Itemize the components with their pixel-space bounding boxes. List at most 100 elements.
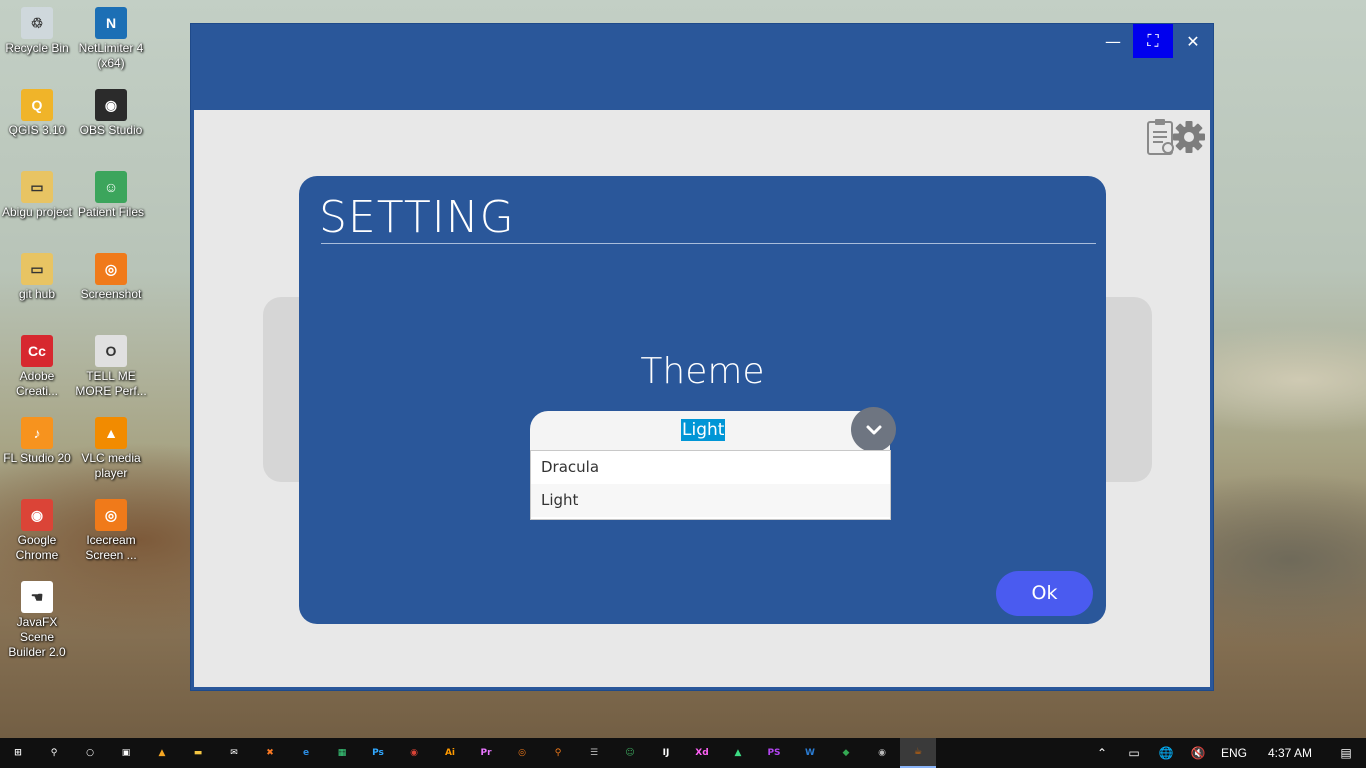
app-window: — ⛶ ✕ SETTING Theme Light Dracula Light … (190, 23, 1214, 691)
desktop-icon-label: git hub (18, 287, 56, 301)
taskbar-search-tool[interactable]: ⚲ (540, 738, 576, 768)
app-icon: ◎ (95, 253, 127, 285)
taskbar-word[interactable]: W (792, 738, 828, 768)
clock[interactable]: 4:37 AM (1254, 746, 1326, 760)
desktop-icon[interactable]: ☚ JavaFX Scene Builder 2.0 (0, 581, 74, 660)
title-divider (321, 243, 1096, 244)
app-icon: ♪ (21, 417, 53, 449)
taskbar-windows-start[interactable]: ⊞ (0, 738, 36, 768)
desktop-icon-label: Recycle Bin (5, 41, 69, 55)
desktop-icon[interactable]: N NetLimiter 4 (x64) (74, 7, 148, 71)
network-icon[interactable]: 🌐 (1150, 746, 1182, 760)
language-indicator[interactable]: ENG (1214, 746, 1254, 760)
dropdown-toggle-button[interactable] (851, 407, 896, 452)
taskbar-maps[interactable]: ◆ (828, 738, 864, 768)
desktop-icon-label: FL Studio 20 (3, 451, 71, 465)
desktop-icon-label: Icecream Screen ... (85, 533, 137, 562)
desktop-icon[interactable]: Q QGIS 3.10 (0, 89, 74, 138)
theme-combobox[interactable]: Light (530, 411, 890, 451)
word-icon: W (805, 748, 815, 758)
desktop-icon-label: OBS Studio (79, 123, 143, 137)
desktop-icon[interactable]: O TELL ME MORE Perf... (74, 335, 148, 399)
phpstorm-icon: PS (767, 748, 781, 758)
theme-option-light[interactable]: Light (531, 484, 890, 517)
app-icon: ☺ (95, 171, 127, 203)
volume-muted-icon[interactable]: 🔇 (1182, 746, 1214, 760)
taskbar-chrome[interactable]: ◉ (396, 738, 432, 768)
taskbar-screenshot[interactable]: ◎ (504, 738, 540, 768)
theme-selected-value[interactable]: Light (681, 419, 726, 441)
app-icon: Cc (21, 335, 53, 367)
desktop-icon[interactable]: ♲ Recycle Bin (0, 7, 74, 56)
mail-icon: ✉ (230, 748, 238, 758)
file-explorer-icon: ▬ (193, 748, 203, 758)
premiere-icon: Pr (480, 748, 492, 758)
app-icon: ◉ (95, 89, 127, 121)
java-icon: ☕ (913, 747, 923, 757)
taskbar-photoshop[interactable]: Ps (360, 738, 396, 768)
gear-icon[interactable] (1172, 120, 1206, 154)
taskbar-apps: ⊞ ⚲ ○ ▣ ▲ ▬ ✉ ✖ e ▦ Ps ◉ Ai Pr ◎ ⚲ ☰ ☺ IJ Xd ▲ PS W ◆ ◉ ☕ (0, 738, 936, 768)
maps-icon: ◆ (842, 748, 850, 758)
taskbar-illustrator[interactable]: Ai (432, 738, 468, 768)
taskbar-edge[interactable]: e (288, 738, 324, 768)
screenshot-icon: ◎ (518, 748, 526, 758)
taskbar-obs[interactable]: ◉ (864, 738, 900, 768)
desktop-icon[interactable]: ▭ git hub (0, 253, 74, 302)
notifications-icon[interactable]: ▤ (1326, 746, 1366, 760)
obs-icon: ◉ (878, 748, 886, 758)
taskbar-task-view[interactable]: ▣ (108, 738, 144, 768)
android-studio-icon: ▦ (337, 748, 347, 758)
window-controls: — ⛶ ✕ (1093, 24, 1213, 58)
battery-icon[interactable]: ▭ (1118, 746, 1150, 760)
taskbar-intellij[interactable]: IJ (648, 738, 684, 768)
close-button[interactable]: ✕ (1173, 24, 1213, 58)
desktop-icon-label: Patient Files (77, 205, 145, 219)
taskbar-patient[interactable]: ☺ (612, 738, 648, 768)
task-view-icon: ▣ (121, 748, 131, 758)
desktop-icon-label: TELL ME MORE Perf... (75, 369, 147, 398)
desktop-icon[interactable]: ☺ Patient Files (74, 171, 148, 220)
desktop-icon[interactable]: ◎ Screenshot (74, 253, 148, 302)
taskbar-premiere[interactable]: Pr (468, 738, 504, 768)
taskbar-search[interactable]: ⚲ (36, 738, 72, 768)
desktop-icon[interactable]: ♪ FL Studio 20 (0, 417, 74, 466)
taskbar-database[interactable]: ☰ (576, 738, 612, 768)
minimize-button[interactable]: — (1093, 24, 1133, 58)
taskbar-avast[interactable]: ▲ (144, 738, 180, 768)
desktop-icon[interactable]: ▭ Abigu project (0, 171, 74, 220)
taskbar-xampp[interactable]: ✖ (252, 738, 288, 768)
maximize-button[interactable]: ⛶ (1133, 24, 1173, 58)
desktop-icon-label: Screenshot (80, 287, 142, 301)
taskbar-java[interactable]: ☕ (900, 738, 936, 768)
taskbar-file-explorer[interactable]: ▬ (180, 738, 216, 768)
taskbar-android-studio[interactable]: ▦ (324, 738, 360, 768)
desktop-icon[interactable]: ◎ Icecream Screen ... (74, 499, 148, 563)
taskbar-adobe-xd[interactable]: Xd (684, 738, 720, 768)
taskbar-android[interactable]: ▲ (720, 738, 756, 768)
desktop-icon[interactable]: Cc Adobe Creati... (0, 335, 74, 399)
theme-label: Theme (640, 351, 765, 392)
theme-option-dracula[interactable]: Dracula (531, 451, 890, 484)
illustrator-icon: Ai (444, 748, 456, 758)
desktop-icon[interactable]: ◉ OBS Studio (74, 89, 148, 138)
desktop-icon-label: Adobe Creati... (15, 369, 58, 398)
taskbar-phpstorm[interactable]: PS (756, 738, 792, 768)
taskbar-cortana[interactable]: ○ (72, 738, 108, 768)
chrome-icon: ◉ (410, 748, 418, 758)
desktop-icon-label: NetLimiter 4 (x64) (78, 41, 144, 70)
app-icon: ◎ (95, 499, 127, 531)
cortana-icon: ○ (86, 748, 94, 758)
system-tray: ⌃ ▭ 🌐 🔇 ENG 4:37 AM ▤ (1086, 738, 1366, 768)
app-icon: O (95, 335, 127, 367)
taskbar-mail[interactable]: ✉ (216, 738, 252, 768)
tray-chevron-icon[interactable]: ⌃ (1086, 746, 1118, 760)
desktop-icon[interactable]: ▲ VLC media player (74, 417, 148, 481)
settings-dialog: SETTING Theme Light Dracula Light Ok (299, 176, 1106, 624)
desktop-icon[interactable]: ◉ Google Chrome (0, 499, 74, 563)
avast-icon: ▲ (158, 748, 166, 758)
search-icon: ⚲ (50, 748, 58, 758)
ok-button[interactable]: Ok (996, 571, 1093, 616)
app-icon: ☚ (21, 581, 53, 613)
android-icon: ▲ (734, 748, 742, 758)
